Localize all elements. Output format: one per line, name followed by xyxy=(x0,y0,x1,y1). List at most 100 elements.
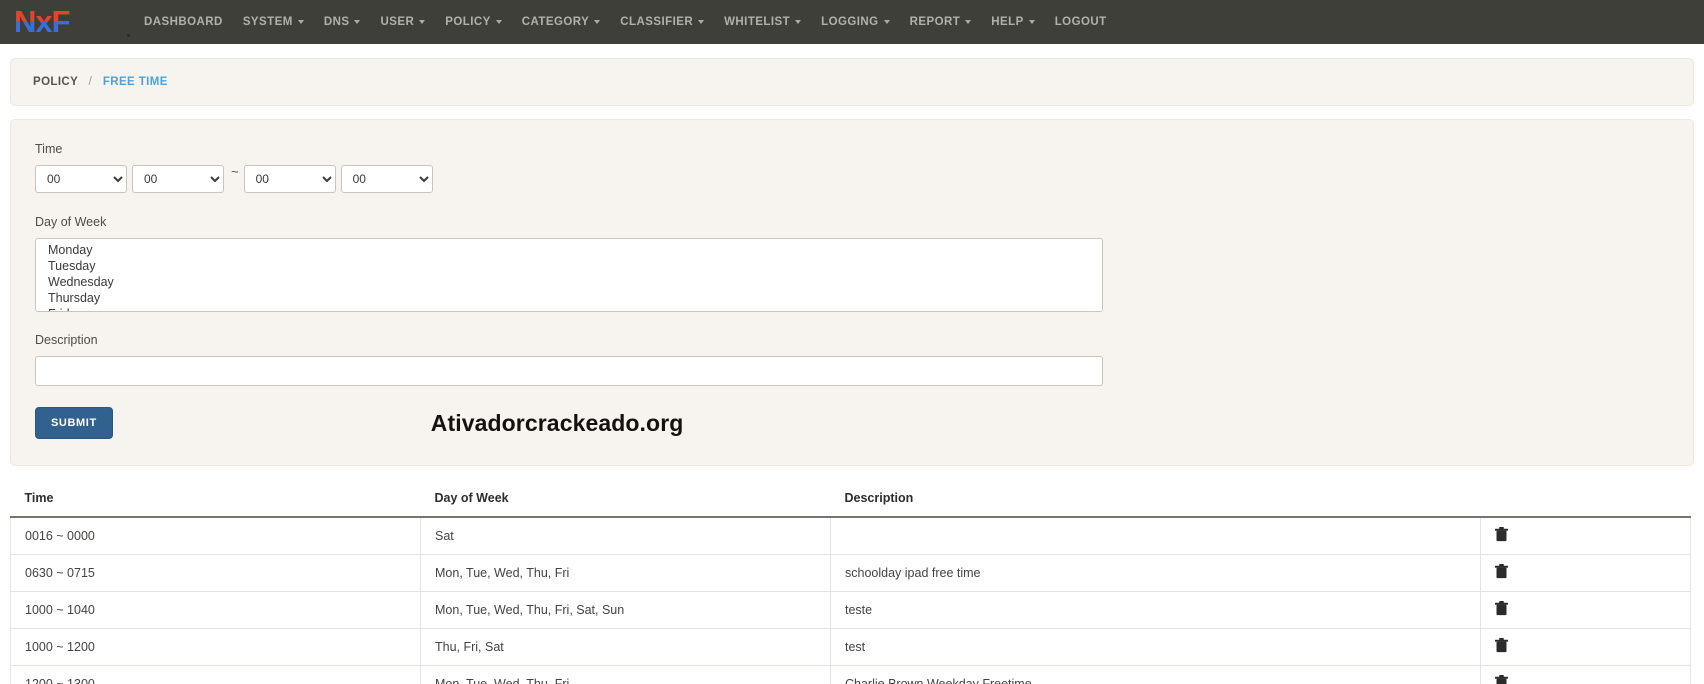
day-of-week-group: Day of Week Monday Tuesday Wednesday Thu… xyxy=(35,215,1669,313)
chevron-down-icon xyxy=(1028,20,1035,24)
day-option[interactable]: Friday xyxy=(44,306,1102,312)
nav-item-help[interactable]: HELP xyxy=(981,10,1044,34)
time-label: Time xyxy=(35,142,63,156)
cell-description: schoolday ipad free time xyxy=(830,554,1481,592)
cell-time: 0016 ~ 0000 xyxy=(10,517,421,555)
nav-label: SYSTEM xyxy=(242,16,293,28)
table-row: 1000 ~ 1040 Mon, Tue, Wed, Thu, Fri, Sat… xyxy=(10,591,1691,629)
cell-time: 0630 ~ 0715 xyxy=(10,554,421,592)
top-navbar: NxF NxF DASHBOARD SYSTEM DNS USER POLICY… xyxy=(0,0,1704,44)
table-head: Time Day of Week Description xyxy=(10,484,1691,518)
nav-item-system[interactable]: SYSTEM xyxy=(233,10,314,34)
delete-icon[interactable] xyxy=(1495,601,1508,616)
free-time-table-wrapper: Time Day of Week Description 0016 ~ 0000… xyxy=(10,484,1694,684)
column-header-actions xyxy=(1480,484,1691,518)
cell-day-of-week: Thu, Fri, Sat xyxy=(420,628,831,666)
cell-day-of-week: Mon, Tue, Wed, Thu, Fri xyxy=(420,665,831,684)
nav-item-report[interactable]: REPORT xyxy=(900,10,982,34)
nav-label: CLASSIFIER xyxy=(620,16,694,28)
nav-label: LOGOUT xyxy=(1054,16,1107,28)
chevron-down-icon xyxy=(698,20,705,24)
chevron-down-icon xyxy=(297,20,304,24)
nav-item-logging[interactable]: LOGGING xyxy=(811,10,899,34)
nav-label: WHITELIST xyxy=(724,16,791,28)
day-option[interactable]: Monday xyxy=(44,242,1102,258)
day-of-week-label: Day of Week xyxy=(35,215,107,229)
end-hour-select[interactable]: 00 xyxy=(243,165,336,193)
cell-day-of-week: Sat xyxy=(420,517,831,555)
chevron-down-icon xyxy=(795,20,802,24)
chevron-down-icon xyxy=(883,20,890,24)
start-hour-select[interactable]: 00 xyxy=(35,165,127,193)
nav-item-classifier[interactable]: CLASSIFIER xyxy=(610,10,714,34)
nav-label: USER xyxy=(380,16,415,28)
nav-menu: DASHBOARD SYSTEM DNS USER POLICY CATEGOR… xyxy=(134,10,1117,34)
cell-time: 1200 ~ 1300 xyxy=(10,665,421,684)
nav-label: DASHBOARD xyxy=(144,16,223,28)
cell-description: Charlie Brown Weekday Freetime xyxy=(830,665,1481,684)
start-minute-select[interactable]: 00 xyxy=(132,165,224,193)
table-row: 1200 ~ 1300 Mon, Tue, Wed, Thu, Fri Char… xyxy=(10,665,1691,684)
nav-marker-dot xyxy=(127,34,130,37)
chevron-down-icon xyxy=(965,20,972,24)
day-of-week-listbox[interactable]: Monday Tuesday Wednesday Thursday Friday… xyxy=(35,238,1103,312)
cell-description: test xyxy=(830,628,1481,666)
nav-item-dns[interactable]: DNS xyxy=(314,10,371,34)
chevron-down-icon xyxy=(354,20,361,24)
end-minute-select[interactable]: 00 xyxy=(340,165,433,193)
cell-day-of-week: Mon, Tue, Wed, Thu, Fri xyxy=(420,554,831,592)
nav-item-policy[interactable]: POLICY xyxy=(435,10,512,34)
delete-icon[interactable] xyxy=(1495,527,1508,542)
column-header-day-of-week: Day of Week xyxy=(420,484,831,518)
table-body: 0016 ~ 0000 Sat 0630 ~ 0715 Mon, Tue, We… xyxy=(10,517,1691,684)
page-content: POLICY / FREE TIME Time 00 00 ~ 00 00 Da… xyxy=(0,58,1704,684)
delete-icon[interactable] xyxy=(1495,675,1508,684)
description-label: Description xyxy=(35,333,98,347)
breadcrumb-separator: / xyxy=(88,76,93,88)
nav-label: DNS xyxy=(323,16,350,28)
description-group: Description xyxy=(35,333,1669,386)
description-input[interactable] xyxy=(35,356,1103,386)
table-row: 0016 ~ 0000 Sat xyxy=(10,517,1691,555)
breadcrumb-root[interactable]: POLICY xyxy=(33,76,78,88)
cell-time: 1000 ~ 1040 xyxy=(10,591,421,629)
nav-label: CATEGORY xyxy=(521,16,590,28)
nav-item-dashboard[interactable]: DASHBOARD xyxy=(134,10,233,34)
chevron-down-icon xyxy=(594,20,601,24)
nav-label: REPORT xyxy=(909,16,961,28)
day-option[interactable]: Thursday xyxy=(44,290,1102,306)
day-option[interactable]: Wednesday xyxy=(44,274,1102,290)
nav-label: HELP xyxy=(991,16,1024,28)
time-row: 00 00 ~ 00 00 xyxy=(35,165,1669,193)
chevron-down-icon xyxy=(495,20,502,24)
table-row: 1000 ~ 1200 Thu, Fri, Sat test xyxy=(10,628,1691,666)
nxf-logo-icon: NxF NxF xyxy=(14,7,71,37)
cell-actions xyxy=(1480,554,1691,592)
free-time-form-card: Time 00 00 ~ 00 00 Day of Week Monday Tu… xyxy=(10,119,1694,466)
nav-item-category[interactable]: CATEGORY xyxy=(512,10,611,34)
delete-icon[interactable] xyxy=(1495,638,1508,653)
table-row: 0630 ~ 0715 Mon, Tue, Wed, Thu, Fri scho… xyxy=(10,554,1691,592)
nav-item-logout[interactable]: LOGOUT xyxy=(1045,10,1117,34)
nav-item-user[interactable]: USER xyxy=(370,10,435,34)
free-time-table: Time Day of Week Description 0016 ~ 0000… xyxy=(10,484,1691,684)
cell-time: 1000 ~ 1200 xyxy=(10,628,421,666)
cell-description: teste xyxy=(830,591,1481,629)
table-header-row: Time Day of Week Description xyxy=(10,484,1691,518)
breadcrumb: POLICY / FREE TIME xyxy=(33,76,1671,88)
cell-actions xyxy=(1480,591,1691,629)
cell-actions xyxy=(1480,665,1691,684)
cell-description xyxy=(830,517,1481,555)
breadcrumb-card: POLICY / FREE TIME xyxy=(10,58,1694,106)
nav-label: LOGGING xyxy=(821,16,879,28)
delete-icon[interactable] xyxy=(1495,564,1508,579)
submit-row: SUBMIT Ativadorcrackeado.org xyxy=(35,407,1669,439)
breadcrumb-current[interactable]: FREE TIME xyxy=(103,76,168,88)
brand-logo[interactable]: NxF NxF xyxy=(14,7,106,37)
column-header-time: Time xyxy=(10,484,421,518)
submit-button[interactable]: SUBMIT xyxy=(35,407,113,439)
nav-label: POLICY xyxy=(445,16,491,28)
nav-item-whitelist[interactable]: WHITELIST xyxy=(714,10,811,34)
day-option[interactable]: Tuesday xyxy=(44,258,1102,274)
watermark-text: Ativadorcrackeado.org xyxy=(430,409,684,436)
